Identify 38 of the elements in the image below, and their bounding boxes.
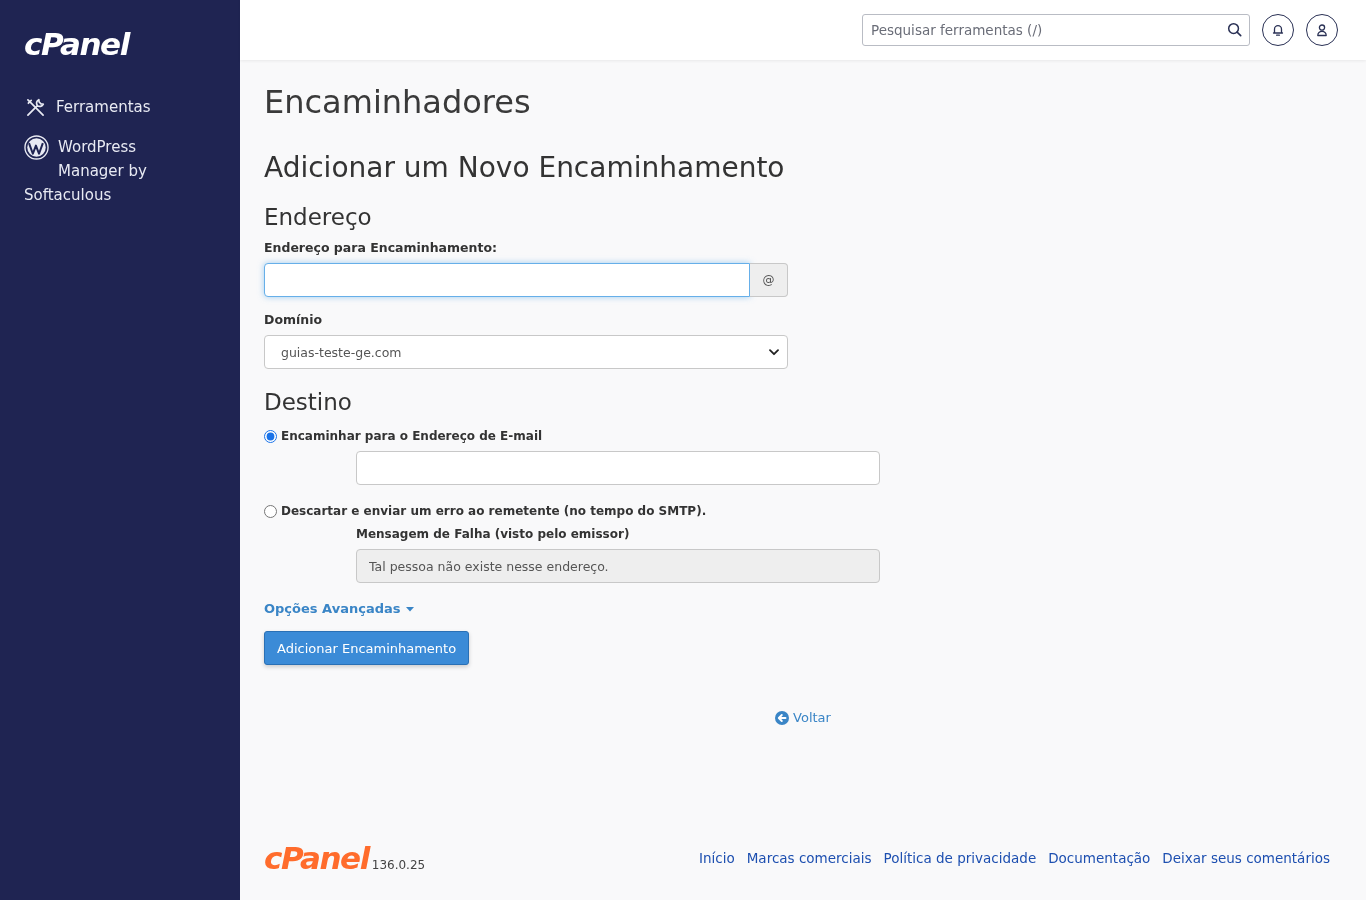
page-title: Encaminhadores — [264, 82, 532, 122]
sidebar-item[interactable]: Ferramentas — [24, 95, 194, 119]
footer-link[interactable]: Deixar seus comentários — [1162, 848, 1330, 868]
footer-link[interactable]: Política de privacidade — [883, 848, 1037, 868]
footer-link[interactable]: Marcas comerciais — [746, 848, 872, 868]
radio-label: Encaminhar para o Endereço de E-mail — [281, 428, 543, 445]
radio-button[interactable] — [264, 504, 277, 518]
version-text: 136.0.25 — [371, 858, 426, 872]
field-label: Mensagem de Falha (visto pelo emissor) — [356, 526, 630, 543]
user-button[interactable] — [1306, 14, 1338, 46]
field-label: Domínio — [264, 311, 323, 329]
input-field[interactable] — [264, 263, 750, 297]
sidebar-item[interactable]: WordPress Manager by Softaculous — [24, 135, 194, 207]
back-arrow-icon — [775, 711, 790, 725]
search-icon — [1227, 22, 1242, 37]
radio-label: Descartar e enviar um erro ao remetente (no tempo do SMTP). — [281, 503, 707, 520]
footer-link[interactable]: Início — [699, 848, 735, 868]
section-title: Destino — [264, 388, 353, 417]
section-title: Endereço — [264, 203, 373, 232]
submit-button[interactable]: Adicionar Encaminhamento — [264, 631, 470, 665]
search-field[interactable]: Pesquisar ferramentas (/) — [862, 14, 1250, 46]
notifications-button[interactable] — [1262, 14, 1294, 46]
circle-w-icon — [24, 135, 49, 160]
tools-icon — [26, 98, 45, 117]
footer-link[interactable]: Documentação — [1048, 848, 1151, 868]
advanced-options-link[interactable]: Opções Avançadas — [264, 600, 415, 618]
caret-down-icon — [406, 606, 415, 612]
input-field[interactable] — [356, 451, 880, 485]
user-icon — [1315, 23, 1329, 37]
input-addon: @ — [750, 263, 788, 297]
radio-button[interactable] — [264, 429, 277, 443]
chevron-down-icon — [769, 348, 779, 356]
back-link[interactable]: Voltar — [775, 709, 831, 727]
brand-logo[interactable]: cPanel — [24, 25, 129, 63]
bell-icon — [1271, 23, 1285, 37]
field-label: Endereço para Encaminhamento: — [264, 239, 497, 257]
form-title: Adicionar um Novo Encaminhamento — [264, 150, 786, 186]
domain-select[interactable]: guias-teste-ge.com — [264, 335, 788, 369]
